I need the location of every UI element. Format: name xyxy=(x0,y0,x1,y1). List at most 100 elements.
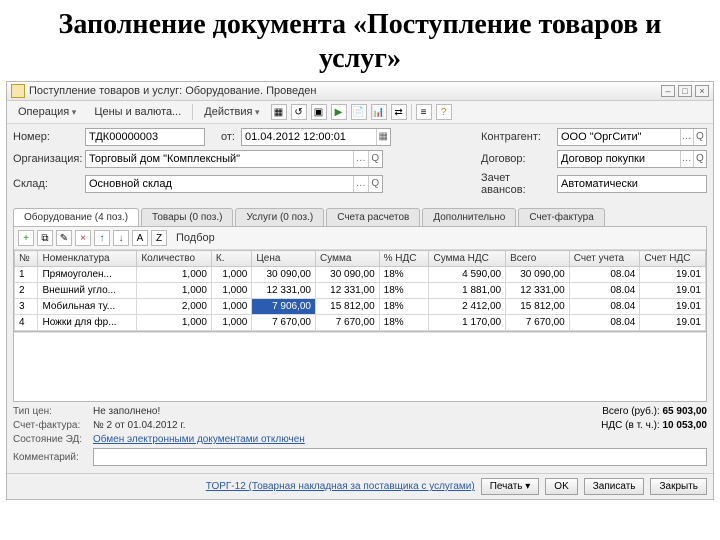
lookup-icon[interactable]: Q xyxy=(693,151,706,167)
move-down-icon[interactable]: ↓ xyxy=(113,230,129,246)
cell[interactable]: Ножки для фр... xyxy=(38,315,137,331)
number-input[interactable] xyxy=(85,128,205,146)
cell[interactable]: 1 170,00 xyxy=(429,315,506,331)
tool-icon-5[interactable]: 📄 xyxy=(351,104,367,120)
select-icon[interactable]: … xyxy=(680,129,693,145)
table-row[interactable]: 1Прямоуголен...1,0001,00030 090,0030 090… xyxy=(15,267,706,283)
cell[interactable]: 19.01 xyxy=(640,315,706,331)
column-header[interactable]: Всего xyxy=(506,251,570,267)
cell[interactable]: 12 331,00 xyxy=(252,283,316,299)
pick-button[interactable]: Подбор xyxy=(170,230,221,246)
column-header[interactable]: % НДС xyxy=(379,251,429,267)
cell[interactable]: 15 812,00 xyxy=(316,299,380,315)
column-header[interactable]: Цена xyxy=(252,251,316,267)
cell[interactable]: 18% xyxy=(379,315,429,331)
sort-asc-icon[interactable]: A xyxy=(132,230,148,246)
cell[interactable]: 08.04 xyxy=(569,283,640,299)
tool-icon-3[interactable]: ▣ xyxy=(311,104,327,120)
cell[interactable]: 08.04 xyxy=(569,267,640,283)
lookup-icon[interactable]: Q xyxy=(693,129,706,145)
cell[interactable]: 15 812,00 xyxy=(506,299,570,315)
table-row[interactable]: 4Ножки для фр...1,0001,0007 670,007 670,… xyxy=(15,315,706,331)
tab-services[interactable]: Услуги (0 поз.) xyxy=(235,208,324,226)
lookup-icon[interactable]: Q xyxy=(368,176,383,192)
cell[interactable]: 08.04 xyxy=(569,315,640,331)
save-button[interactable]: Записать xyxy=(584,478,645,495)
grid-table[interactable]: №НоменклатураКоличествоК.ЦенаСумма% НДСС… xyxy=(14,250,706,331)
close-button[interactable]: × xyxy=(695,85,709,97)
column-header[interactable]: Количество xyxy=(137,251,212,267)
cell[interactable]: 7 670,00 xyxy=(506,315,570,331)
cell[interactable]: Внешний угло... xyxy=(38,283,137,299)
tab-goods[interactable]: Товары (0 поз.) xyxy=(141,208,233,226)
cell[interactable]: 19.01 xyxy=(640,283,706,299)
column-header[interactable]: Счет НДС xyxy=(640,251,706,267)
cell[interactable]: 1,000 xyxy=(137,267,212,283)
cell[interactable]: 7 906,00 xyxy=(252,299,316,315)
delete-row-icon[interactable]: × xyxy=(75,230,91,246)
cell[interactable]: 1,000 xyxy=(137,283,212,299)
tool-icon-1[interactable]: ▦ xyxy=(271,104,287,120)
select-icon[interactable]: … xyxy=(353,151,368,167)
cell[interactable]: 30 090,00 xyxy=(506,267,570,283)
advance-input[interactable] xyxy=(557,175,707,193)
column-header[interactable]: Сумма xyxy=(316,251,380,267)
tool-icon-7[interactable]: ⇄ xyxy=(391,104,407,120)
cell[interactable]: 2 xyxy=(15,283,38,299)
edit-row-icon[interactable]: ✎ xyxy=(56,230,72,246)
column-header[interactable]: Счет учета xyxy=(569,251,640,267)
table-row[interactable]: 3Мобильная ту...2,0001,0007 906,0015 812… xyxy=(15,299,706,315)
maximize-button[interactable]: □ xyxy=(678,85,692,97)
contragent-input[interactable]: …Q xyxy=(557,128,707,146)
cell[interactable]: 3 xyxy=(15,299,38,315)
org-input[interactable]: …Q xyxy=(85,150,383,168)
tab-equipment[interactable]: Оборудование (4 поз.) xyxy=(13,208,139,226)
cell[interactable]: 4 590,00 xyxy=(429,267,506,283)
cell[interactable]: 1,000 xyxy=(211,267,251,283)
date-input[interactable]: ▦ xyxy=(241,128,391,146)
cell[interactable]: 19.01 xyxy=(640,299,706,315)
cell[interactable]: Прямоуголен... xyxy=(38,267,137,283)
cell[interactable]: 18% xyxy=(379,283,429,299)
cell[interactable]: 18% xyxy=(379,299,429,315)
cell[interactable]: 1 881,00 xyxy=(429,283,506,299)
cell[interactable]: 2,000 xyxy=(137,299,212,315)
close-form-button[interactable]: Закрыть xyxy=(650,478,707,495)
sort-desc-icon[interactable]: Z xyxy=(151,230,167,246)
cell[interactable]: 2 412,00 xyxy=(429,299,506,315)
cell[interactable]: 1,000 xyxy=(211,283,251,299)
cell[interactable]: 30 090,00 xyxy=(252,267,316,283)
lookup-icon[interactable]: Q xyxy=(368,151,383,167)
column-header[interactable]: Сумма НДС xyxy=(429,251,506,267)
ok-button[interactable]: OK xyxy=(545,478,577,495)
menu-actions[interactable]: Действия xyxy=(197,103,266,121)
cell[interactable]: 30 090,00 xyxy=(316,267,380,283)
calendar-icon[interactable]: ▦ xyxy=(376,129,390,145)
cell[interactable]: 19.01 xyxy=(640,267,706,283)
cell[interactable]: 4 xyxy=(15,315,38,331)
cell[interactable]: 12 331,00 xyxy=(506,283,570,299)
cell[interactable]: 7 670,00 xyxy=(316,315,380,331)
column-header[interactable]: К. xyxy=(211,251,251,267)
tool-icon-4[interactable]: ▶ xyxy=(331,104,347,120)
cell[interactable]: 1,000 xyxy=(137,315,212,331)
warehouse-input[interactable]: …Q xyxy=(85,175,383,193)
help-icon[interactable]: ? xyxy=(436,104,452,120)
add-row-icon[interactable]: + xyxy=(18,230,34,246)
cell[interactable]: 1,000 xyxy=(211,299,251,315)
cell[interactable]: 12 331,00 xyxy=(316,283,380,299)
contract-input[interactable]: …Q xyxy=(557,150,707,168)
menu-prices[interactable]: Цены и валюта... xyxy=(87,103,188,121)
print-button[interactable]: Печать ▾ xyxy=(481,478,540,495)
edo-value[interactable]: Обмен электронными документами отключен xyxy=(93,434,305,445)
tab-accounts[interactable]: Счета расчетов xyxy=(326,208,420,226)
move-up-icon[interactable]: ↑ xyxy=(94,230,110,246)
select-icon[interactable]: … xyxy=(680,151,693,167)
cell[interactable]: Мобильная ту... xyxy=(38,299,137,315)
column-header[interactable]: № xyxy=(15,251,38,267)
minimize-button[interactable]: – xyxy=(661,85,675,97)
menu-operation[interactable]: Операция xyxy=(11,103,83,121)
tab-invoice[interactable]: Счет-фактура xyxy=(518,208,604,226)
tool-icon-8[interactable]: ≡ xyxy=(416,104,432,120)
comment-input[interactable] xyxy=(93,448,707,466)
